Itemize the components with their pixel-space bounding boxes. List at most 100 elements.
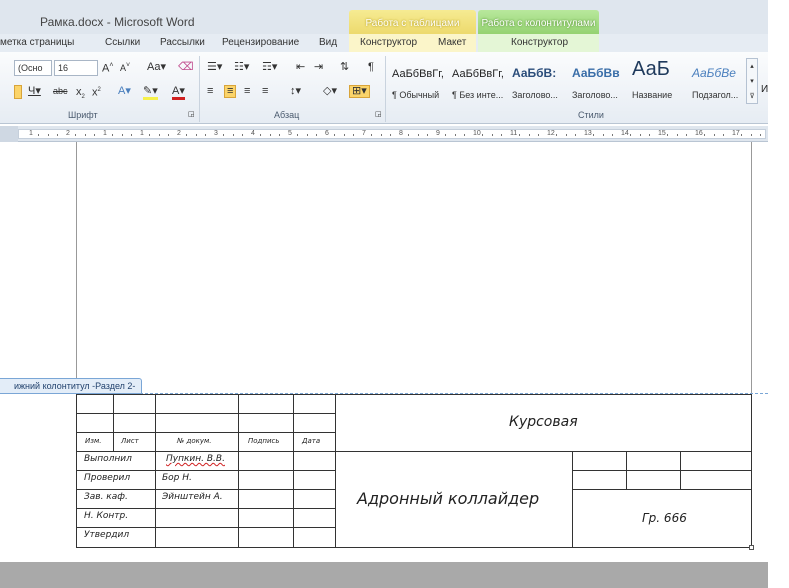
stamp-line bbox=[572, 489, 752, 490]
tab-references[interactable]: Ссылки bbox=[105, 37, 140, 48]
table-resize-handle[interactable] bbox=[749, 545, 754, 550]
ruler-tick bbox=[278, 134, 280, 136]
ruler-tick bbox=[537, 134, 539, 136]
ruler-tick bbox=[667, 134, 669, 136]
ruler-number: 6 bbox=[325, 130, 329, 137]
ruler-tick bbox=[389, 134, 391, 136]
stamp-line bbox=[76, 489, 336, 490]
header-doc-no: № докум. bbox=[177, 437, 212, 445]
tab-view[interactable]: Вид bbox=[319, 37, 337, 48]
stamp-line bbox=[680, 451, 681, 489]
shrink-font-icon[interactable]: A˅ bbox=[120, 62, 130, 73]
ruler-tick bbox=[445, 134, 447, 136]
numbering-icon[interactable]: ☷▾ bbox=[234, 62, 249, 73]
ruler-tick bbox=[223, 134, 225, 136]
style-name: Заголово... bbox=[572, 90, 618, 100]
ruler-tick bbox=[195, 134, 197, 136]
align-center-icon[interactable]: ≡ bbox=[224, 85, 237, 98]
bold-icon[interactable] bbox=[14, 85, 22, 99]
ruler-number: 10 bbox=[473, 130, 481, 137]
clear-format-icon[interactable]: ⌫ bbox=[178, 62, 194, 73]
group-label-styles: Стили bbox=[578, 110, 604, 120]
ruler-tick bbox=[741, 134, 743, 136]
style-sample: АаБбВе bbox=[692, 66, 736, 80]
borders-icon[interactable]: ⊞▾ bbox=[349, 85, 370, 98]
bullets-icon[interactable]: ☰▾ bbox=[207, 62, 222, 73]
tab-table-design[interactable]: Конструктор bbox=[360, 37, 417, 48]
row-label-checked: Проверил bbox=[84, 473, 131, 483]
font-name-box[interactable]: (Осно bbox=[14, 60, 52, 76]
multilevel-list-icon[interactable]: ☶▾ bbox=[262, 62, 277, 73]
header-izm: Изм. bbox=[85, 437, 102, 445]
sort-icon[interactable]: ⇅ bbox=[340, 62, 349, 73]
change-case-icon[interactable]: Aa▾ bbox=[147, 62, 166, 73]
style-no-spacing[interactable]: АаБбВвГг, ¶ Без инте... bbox=[450, 58, 508, 104]
highlight-icon[interactable]: ✎▾ bbox=[143, 86, 158, 100]
stamp-line bbox=[76, 451, 336, 452]
align-right-icon[interactable]: ≡ bbox=[244, 86, 250, 97]
font-size-box[interactable]: 16 bbox=[54, 60, 98, 76]
ruler-tick bbox=[121, 134, 123, 136]
ruler-number: 4 bbox=[251, 130, 255, 137]
style-subtitle[interactable]: АаБбВе Подзагол... bbox=[690, 58, 748, 104]
tab-review[interactable]: Рецензирование bbox=[222, 37, 299, 48]
ruler-tick bbox=[232, 134, 234, 136]
title-block-table[interactable]: Изм. Лист № докум. Подпись Дата Выполнил… bbox=[76, 394, 754, 550]
decrease-indent-icon[interactable]: ⇤ bbox=[296, 62, 305, 73]
style-name: Заголово... bbox=[512, 90, 558, 100]
tab-page-layout[interactable]: метка страницы bbox=[0, 37, 74, 48]
page-shadow bbox=[0, 562, 768, 588]
style-title[interactable]: АаБ Название bbox=[630, 58, 688, 104]
show-marks-icon[interactable]: ¶ bbox=[368, 62, 374, 73]
ruler-tick bbox=[186, 134, 188, 136]
align-left-icon[interactable]: ≡ bbox=[207, 86, 213, 97]
ribbon-tabs: метка страницы Ссылки Рассылки Рецензиро… bbox=[0, 34, 789, 52]
font-color-icon[interactable]: A▾ bbox=[172, 86, 185, 100]
grow-font-icon[interactable]: A˄ bbox=[102, 62, 113, 75]
text-effects-icon[interactable]: A▾ bbox=[118, 86, 131, 97]
strikethrough-icon[interactable]: abc bbox=[53, 87, 68, 96]
style-heading-1[interactable]: АаБбВ: Заголово... bbox=[510, 58, 568, 104]
ruler-tick bbox=[204, 134, 206, 136]
tab-header-design[interactable]: Конструктор bbox=[511, 37, 568, 48]
style-normal[interactable]: АаБбВвГг, ¶ Обычный bbox=[390, 58, 448, 104]
increase-indent-icon[interactable]: ⇥ bbox=[314, 62, 323, 73]
stamp-line bbox=[155, 394, 156, 548]
header-signature: Подпись bbox=[248, 437, 280, 445]
font-dialog-launcher-icon[interactable]: ◲ bbox=[188, 111, 195, 118]
paragraph-dialog-launcher-icon[interactable]: ◲ bbox=[375, 111, 382, 118]
justify-icon[interactable]: ≡ bbox=[262, 86, 268, 97]
style-heading-2[interactable]: АаБбВв Заголово... bbox=[570, 58, 628, 104]
ruler-tab-selector[interactable] bbox=[0, 126, 18, 142]
superscript-icon[interactable]: x2 bbox=[92, 87, 101, 99]
ruler-tick bbox=[93, 134, 95, 136]
ruler-number: 8 bbox=[399, 130, 403, 137]
ruler-tick bbox=[648, 134, 650, 136]
stamp-course: Курсовая bbox=[509, 414, 578, 430]
group-label-font: Шрифт bbox=[68, 110, 98, 120]
group-label-paragraph: Абзац bbox=[274, 110, 300, 120]
ribbon-separator bbox=[385, 56, 386, 122]
tab-mailings[interactable]: Рассылки bbox=[160, 37, 205, 48]
stamp-line bbox=[76, 432, 336, 433]
header-date: Дата bbox=[302, 437, 321, 445]
ruler-tick bbox=[417, 134, 419, 136]
horizontal-ruler[interactable]: 1 2 1 1 2 3 4 5 6 7 8 9 10 11 12 13 14 15 16 17 bbox=[0, 126, 768, 142]
ruler-number: 2 bbox=[177, 130, 181, 137]
underline-icon[interactable]: Ч▾ bbox=[28, 86, 41, 97]
ruler-tick bbox=[352, 134, 354, 136]
ruler-tick bbox=[260, 134, 262, 136]
ruler-tick bbox=[602, 134, 604, 136]
ruler-tick bbox=[371, 134, 373, 136]
shading-icon[interactable]: ◇▾ bbox=[323, 86, 337, 97]
line-spacing-icon[interactable]: ↕▾ bbox=[290, 86, 301, 97]
ruler-tick bbox=[84, 134, 86, 136]
ruler-track: 1 2 1 1 2 3 4 5 6 7 8 9 10 11 12 13 14 15 16 17 bbox=[18, 129, 766, 139]
subscript-icon[interactable]: x2 bbox=[76, 86, 85, 100]
tab-table-layout[interactable]: Макет bbox=[438, 37, 466, 48]
stamp-line bbox=[335, 394, 336, 548]
style-name: Название bbox=[632, 90, 673, 100]
ruler-number: 7 bbox=[362, 130, 366, 137]
styles-gallery-scroll[interactable]: ▴ ▾ ⊽ bbox=[746, 58, 758, 104]
style-sample: АаБбВв bbox=[572, 66, 620, 80]
